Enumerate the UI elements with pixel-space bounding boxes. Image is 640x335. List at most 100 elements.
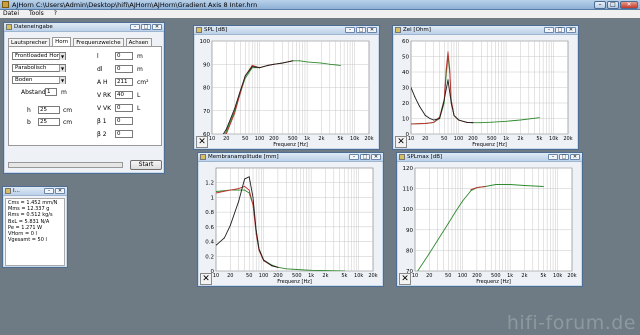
x-tick-label: 100 — [454, 136, 464, 142]
minimize-icon[interactable]: – — [544, 27, 554, 33]
cursor-tool-icon[interactable]: ✕ — [196, 136, 208, 148]
param-dl-input[interactable]: 0 — [115, 65, 133, 73]
minimize-icon[interactable]: – — [345, 27, 355, 33]
data-point — [251, 64, 253, 66]
dateneingabe-title: Dateneingabe — [14, 24, 53, 30]
x-tick-label: 10 — [213, 273, 219, 279]
data-point — [320, 62, 322, 64]
position-select[interactable]: Boden ▼ — [12, 76, 66, 84]
data-point — [225, 133, 227, 134]
param-vvk-input[interactable]: 0 — [115, 104, 133, 112]
abstand-input[interactable]: 1 — [45, 88, 57, 96]
param-ah-input[interactable]: 211 — [115, 78, 133, 86]
data-point — [263, 259, 265, 261]
start-button[interactable]: Start — [130, 160, 162, 170]
close-button[interactable]: ✕ — [620, 1, 638, 9]
data-point — [299, 60, 301, 62]
data-point — [281, 62, 283, 64]
abstand-label: Abstand — [21, 89, 46, 96]
b-input[interactable]: 25 — [38, 118, 60, 126]
param-beta1-input[interactable]: 0 — [115, 117, 133, 125]
data-point — [429, 118, 431, 119]
cursor-tool-icon[interactable]: ✕ — [395, 136, 407, 148]
zel-titlebar[interactable]: Zel [Ohm] – □ ✕ — [393, 26, 578, 35]
param-ah-unit: cm² — [137, 79, 149, 86]
menu-tools[interactable]: Tools — [29, 10, 44, 18]
y-tick-label: 50 — [402, 55, 409, 61]
maximize-icon[interactable]: □ — [555, 27, 565, 33]
minimize-icon[interactable]: – — [548, 154, 558, 160]
membran-titlebar[interactable]: Membranamplitude [mm] – □ ✕ — [198, 153, 383, 162]
membran-title: Membranamplitude [mm] — [208, 154, 279, 160]
data-point — [443, 99, 445, 101]
splmax-titlebar[interactable]: SPLmax [dB] – □ ✕ — [397, 153, 582, 162]
close-icon[interactable]: ✕ — [367, 27, 377, 33]
info-titlebar[interactable]: I... – ✕ — [3, 187, 67, 196]
data-point — [519, 119, 521, 121]
contour-select[interactable]: Parabolisch ▼ — [12, 64, 66, 72]
param-vrk-input[interactable]: 40 — [115, 91, 133, 99]
minimize-icon[interactable]: – — [349, 154, 359, 160]
data-point — [450, 102, 452, 104]
data-point — [433, 119, 435, 121]
x-axis-label: Frequenz [Hz] — [273, 142, 308, 148]
close-icon[interactable]: ✕ — [371, 154, 381, 160]
menu-help[interactable]: ? — [54, 10, 57, 18]
data-point — [437, 239, 439, 241]
dateneingabe-titlebar[interactable]: Dateneingabe – □ ✕ — [4, 23, 164, 32]
maximize-button[interactable]: □ — [607, 1, 619, 9]
data-point — [509, 183, 511, 185]
abstand-unit: m — [61, 89, 67, 96]
close-icon[interactable]: ✕ — [152, 24, 162, 30]
param-l-input[interactable]: 0 — [115, 52, 133, 60]
cursor-tool-icon[interactable]: ✕ — [399, 273, 411, 285]
cursor-tool-icon[interactable]: ✕ — [200, 273, 212, 285]
y-tick-label: 80 — [406, 248, 413, 254]
spl-titlebar[interactable]: SPL [dB] – □ ✕ — [194, 26, 379, 35]
maximize-icon[interactable]: □ — [559, 154, 569, 160]
data-point — [244, 178, 246, 180]
b-label: b — [27, 119, 31, 126]
menu-datei[interactable]: Datei — [3, 10, 19, 18]
minimize-button[interactable]: – — [594, 1, 606, 9]
close-icon[interactable]: ✕ — [566, 27, 576, 33]
maximize-icon[interactable]: □ — [360, 154, 370, 160]
plot-area — [215, 167, 374, 272]
minimize-icon[interactable]: – — [44, 188, 54, 194]
data-point — [523, 185, 525, 187]
h-input[interactable]: 25 — [38, 106, 60, 114]
close-icon[interactable]: ✕ — [570, 154, 580, 160]
h-unit: cm — [63, 107, 73, 114]
membran-chart: 00.20.40.60.811.210 20 50 100 200 500 1k 2k 5k 10… — [205, 167, 378, 285]
horn-type-select[interactable]: Frontloaded Horn ▼ — [12, 52, 66, 60]
maximize-icon[interactable]: □ — [141, 24, 151, 30]
x-tick-label: 5k — [341, 273, 347, 279]
data-point — [225, 128, 227, 130]
data-point — [296, 269, 298, 271]
x-tick-label: 50 — [242, 136, 248, 142]
window-icon — [5, 188, 11, 194]
minimize-icon[interactable]: – — [130, 24, 140, 30]
y-tick-label: 0.6 — [205, 225, 214, 231]
mdi-workspace: Dateneingabe – □ ✕ Lautsprecher Horn Frequ… — [0, 18, 640, 335]
x-tick-label: 2k — [521, 273, 527, 279]
close-icon[interactable]: ✕ — [55, 188, 65, 194]
data-point — [273, 63, 275, 65]
data-point — [216, 192, 217, 194]
data-point — [306, 61, 308, 63]
maximize-icon[interactable]: □ — [356, 27, 366, 33]
x-tick-label: 5k — [536, 136, 542, 142]
data-point — [447, 79, 449, 81]
x-tick-label: 50 — [445, 273, 451, 279]
splmax-chart: 70809010011012010 20 50 100 200 500 1k 2k 5k 10k 2… — [403, 166, 577, 285]
data-point — [505, 120, 507, 122]
data-point — [449, 68, 451, 70]
app-titlebar: AJHorn C:\Users\Admin\Desktop\hifi\AJHor… — [0, 0, 640, 10]
data-point — [229, 189, 231, 191]
data-point — [428, 252, 430, 254]
param-beta2-input[interactable]: 0 — [115, 130, 133, 138]
tab-horn[interactable]: Horn — [52, 37, 72, 46]
y-tick-label: 100 — [200, 39, 211, 45]
data-point — [538, 117, 540, 119]
param-dl-label: dl — [97, 66, 103, 73]
